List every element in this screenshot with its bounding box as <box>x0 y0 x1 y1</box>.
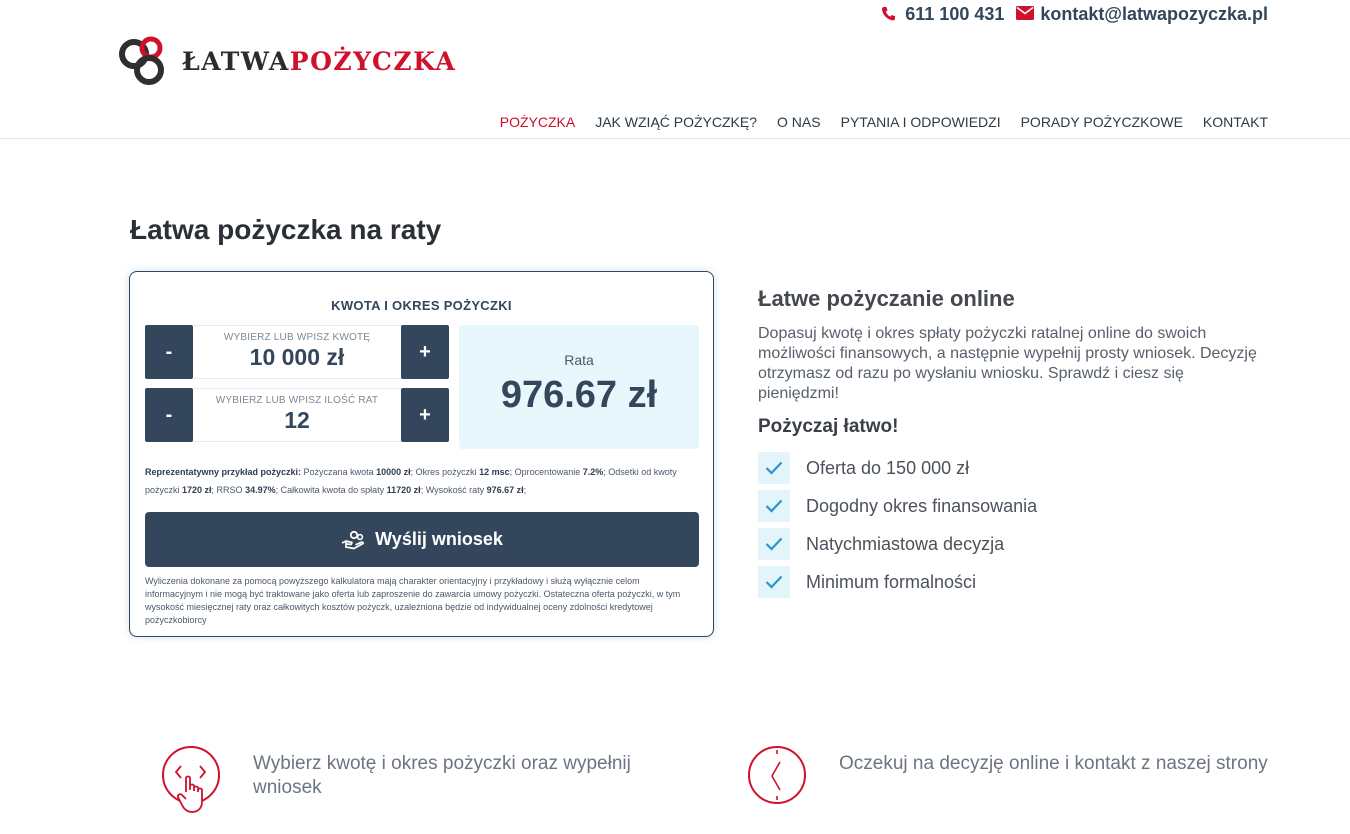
nav-item-kontakt[interactable]: KONTAKT <box>1203 114 1268 130</box>
hand-pointer-icon <box>162 746 220 813</box>
representative-example: Reprezentatywny przykład pożyczki: Pożyc… <box>145 467 677 495</box>
info-subheading: Pożyczaj łatwo! <box>758 416 899 437</box>
checkmark-icon <box>758 528 790 560</box>
main-nav: POŻYCZKA JAK WZIĄĆ POŻYCZKĘ? O NAS PYTAN… <box>500 114 1268 130</box>
amount-caption: WYBIERZ LUB WPISZ KWOTĘ <box>223 332 371 343</box>
nav-item-porady[interactable]: PORADY POŻYCZKOWE <box>1021 114 1183 130</box>
phone-link[interactable]: 611 100 431 <box>881 4 1004 25</box>
disclaimer-text: Wyliczenia dokonane za pomocą powyższego… <box>145 576 681 625</box>
feature-label: Minimum formalności <box>806 571 977 592</box>
phone-number: 611 100 431 <box>905 4 1005 24</box>
loan-calculator: KWOTA I OKRES POŻYCZKI - WYBIERZ LUB WPI… <box>129 271 714 637</box>
checkmark-icon <box>758 566 790 598</box>
nav-item-faq[interactable]: PYTANIA I ODPOWIEDZI <box>841 114 1001 130</box>
installments-input[interactable]: WYBIERZ LUB WPISZ ILOŚĆ RAT 12 <box>193 388 401 442</box>
feature-label: Oferta do 150 000 zł <box>806 457 970 478</box>
list-item: Natychmiastowa decyzja <box>758 525 1278 563</box>
logo-text: ŁATWAPOŻYCZKA <box>182 46 457 76</box>
email-link[interactable]: kontakt@latwapozyczka.pl <box>1016 4 1268 25</box>
logo-rings-icon <box>119 36 164 85</box>
amount-stepper: - WYBIERZ LUB WPISZ KWOTĘ 10 000 zł + <box>145 325 449 379</box>
installments-decrease-button[interactable]: - <box>145 388 193 442</box>
site-logo[interactable]: ŁATWAPOŻYCZKA <box>116 34 456 88</box>
installment-result: Rata 976.67 zł <box>459 325 699 449</box>
amount-input[interactable]: WYBIERZ LUB WPISZ KWOTĘ 10 000 zł <box>193 325 401 379</box>
rate-value: 976.67 zł <box>500 374 658 416</box>
step-choose: Wybierz kwotę i okres pożyczki oraz wype… <box>162 746 663 813</box>
send-application-button[interactable]: Wyślij wniosek <box>145 512 699 567</box>
installments-increase-button[interactable]: + <box>401 388 449 442</box>
installments-stepper: - WYBIERZ LUB WPISZ ILOŚĆ RAT 12 + <box>145 388 449 442</box>
list-item: Oferta do 150 000 zł <box>758 449 1278 487</box>
phone-icon <box>881 6 899 24</box>
calculator-title: KWOTA I OKRES POŻYCZKI <box>331 298 512 313</box>
info-description: Dopasuj kwotę i okres spłaty pożyczki ra… <box>758 325 1257 402</box>
contact-bar: 611 100 431 kontakt@latwapozyczka.pl <box>881 4 1268 25</box>
rate-label: Rata <box>564 352 594 368</box>
installments-value: 12 <box>284 407 310 433</box>
nav-item-o-nas[interactable]: O NAS <box>777 114 821 130</box>
list-item: Dogodny okres finansowania <box>758 487 1278 525</box>
clock-icon <box>748 746 806 804</box>
hand-coins-icon <box>341 530 365 549</box>
checkmark-icon <box>758 452 790 484</box>
send-button-label: Wyślij wniosek <box>375 529 503 549</box>
checkmark-icon <box>758 490 790 522</box>
envelope-icon <box>1016 5 1035 24</box>
installments-caption: WYBIERZ LUB WPISZ ILOŚĆ RAT <box>215 395 379 406</box>
feature-list: Oferta do 150 000 zł Dogodny okres finan… <box>758 449 1278 601</box>
step-text: Wybierz kwotę i okres pożyczki oraz wype… <box>253 753 631 798</box>
amount-value: 10 000 zł <box>249 344 345 370</box>
info-section: Łatwe pożyczanie online Dopasuj kwotę i … <box>758 286 1278 601</box>
nav-item-jak-wziac[interactable]: JAK WZIĄĆ POŻYCZKĘ? <box>595 114 757 130</box>
feature-label: Natychmiastowa decyzja <box>806 533 1005 554</box>
info-heading: Łatwe pożyczanie online <box>758 286 1015 311</box>
email-address: kontakt@latwapozyczka.pl <box>1040 4 1268 24</box>
list-item: Minimum formalności <box>758 563 1278 601</box>
header-divider <box>0 138 1350 139</box>
page-title: Łatwa pożyczka na raty <box>130 214 442 245</box>
step-text: Oczekuj na decyzję online i kontakt z na… <box>839 753 1268 774</box>
nav-item-pozyczka[interactable]: POŻYCZKA <box>500 114 575 130</box>
feature-label: Dogodny okres finansowania <box>806 495 1038 516</box>
step-wait: Oczekuj na decyzję online i kontakt z na… <box>748 746 1279 804</box>
amount-increase-button[interactable]: + <box>401 325 449 379</box>
amount-decrease-button[interactable]: - <box>145 325 193 379</box>
